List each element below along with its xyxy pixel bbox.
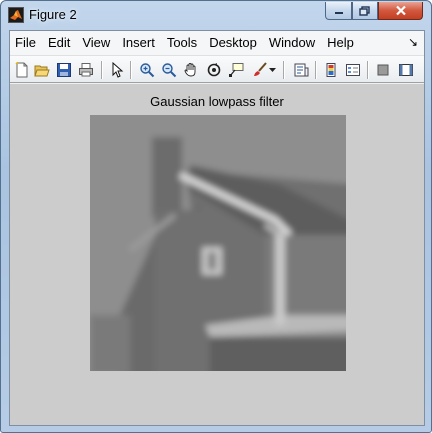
open-file-button[interactable] (32, 60, 52, 80)
new-figure-button[interactable] (12, 60, 32, 80)
menu-window[interactable]: Window (263, 31, 321, 55)
save-figure-button[interactable] (54, 60, 74, 80)
brush-dropdown-button[interactable] (266, 60, 278, 80)
toolbar-separator (283, 61, 284, 79)
filtered-house-image (90, 115, 346, 371)
link-plot-button[interactable] (291, 60, 311, 80)
window-title: Figure 2 (29, 7, 77, 22)
minimize-button[interactable] (325, 2, 352, 20)
edit-plot-icon (112, 62, 124, 78)
zoom-out-button[interactable] (159, 60, 179, 80)
insert-legend-icon (346, 64, 360, 76)
figure-client-area: File Edit View Insert Tools Desktop Wind… (9, 30, 425, 426)
show-plot-tools-button[interactable] (396, 60, 416, 80)
insert-colorbar-button[interactable] (321, 60, 341, 80)
rotate-3d-icon (207, 63, 221, 77)
new-figure-icon (15, 62, 28, 78)
save-figure-icon (57, 63, 71, 77)
data-cursor-button[interactable] (226, 60, 246, 80)
toolbar-separator (101, 61, 102, 79)
show-plot-tools-icon (399, 64, 413, 76)
title-bar[interactable]: Figure 2 (1, 1, 431, 29)
close-button[interactable] (378, 2, 423, 20)
print-figure-icon (79, 63, 93, 77)
menu-desktop[interactable]: Desktop (203, 31, 263, 55)
toolbar-separator (315, 61, 316, 79)
figure-window: Figure 2 File Edit View Insert Tools Des… (0, 0, 432, 433)
zoom-out-icon (162, 63, 177, 78)
zoom-in-button[interactable] (137, 60, 157, 80)
menu-help[interactable]: Help (321, 31, 360, 55)
rotate-3d-button[interactable] (204, 60, 224, 80)
menu-file[interactable]: File (10, 31, 42, 55)
hide-plot-tools-icon (377, 64, 389, 76)
maximize-icon (359, 5, 370, 16)
figure-toolbar (10, 55, 424, 83)
menu-insert[interactable]: Insert (116, 31, 161, 55)
open-file-icon (34, 65, 50, 77)
close-icon (395, 5, 406, 16)
matlab-icon (8, 7, 24, 23)
menu-view[interactable]: View (76, 31, 116, 55)
insert-colorbar-icon (326, 63, 336, 77)
menu-edit[interactable]: Edit (42, 31, 76, 55)
pan-button[interactable] (181, 60, 201, 80)
print-figure-button[interactable] (76, 60, 96, 80)
maximize-button[interactable] (352, 2, 378, 20)
data-cursor-icon (229, 63, 244, 77)
menu-bar: File Edit View Insert Tools Desktop Wind… (10, 31, 424, 55)
minimize-icon (334, 11, 343, 14)
zoom-in-icon (140, 63, 155, 78)
link-plot-icon (294, 63, 309, 77)
menu-tools[interactable]: Tools (161, 31, 203, 55)
toolbar-separator (130, 61, 131, 79)
edit-plot-button[interactable] (107, 60, 127, 80)
figure-canvas[interactable]: Gaussian lowpass filter (10, 84, 424, 425)
brush-dropdown-icon (268, 67, 276, 72)
toolbar-separator (367, 61, 368, 79)
pan-icon (184, 63, 196, 77)
dock-arrow-icon[interactable]: ↘ (408, 35, 418, 49)
hide-plot-tools-button[interactable] (373, 60, 393, 80)
axes-title: Gaussian lowpass filter (150, 94, 284, 109)
insert-legend-button[interactable] (343, 60, 363, 80)
